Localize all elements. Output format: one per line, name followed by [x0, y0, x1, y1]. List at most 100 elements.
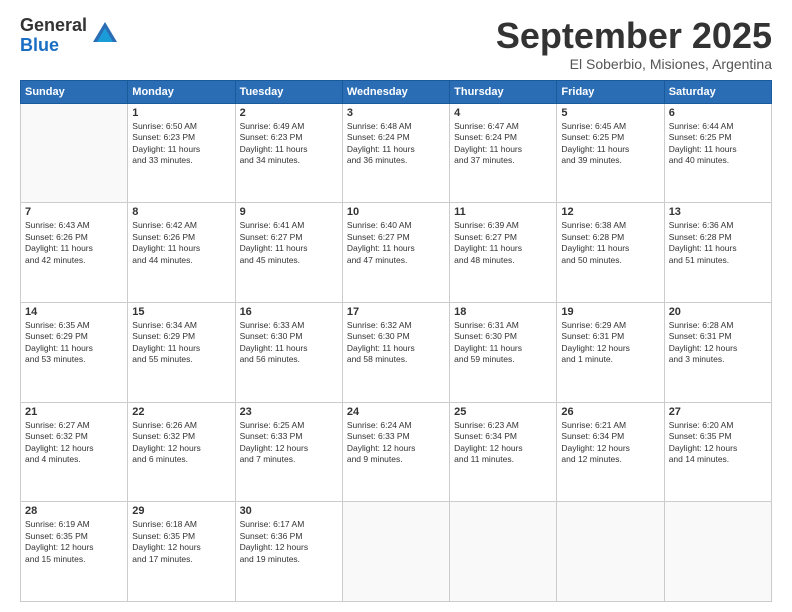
day-info: Sunrise: 6:35 AM Sunset: 6:29 PM Dayligh…: [25, 320, 123, 366]
calendar-cell: [342, 502, 449, 602]
day-number: 24: [347, 406, 445, 418]
logo-icon: [91, 20, 119, 48]
week-row-1: 1Sunrise: 6:50 AM Sunset: 6:23 PM Daylig…: [21, 103, 772, 203]
day-number: 4: [454, 107, 552, 119]
calendar-cell: 27 Sunrise: 6:20 AM Sunset: 6:35 PM Dayli…: [664, 402, 771, 502]
day-number: 19: [561, 306, 659, 318]
calendar-cell: 11 Sunrise: 6:39 AM Sunset: 6:27 PM Dayli…: [450, 203, 557, 303]
calendar-cell: 29 Sunrise: 6:18 AM Sunset: 6:35 PM Dayli…: [128, 502, 235, 602]
week-row-3: 14 Sunrise: 6:35 AM Sunset: 6:29 PM Dayli…: [21, 302, 772, 402]
day-info: Sunrise: 6:41 AM Sunset: 6:27 PM Dayligh…: [240, 220, 338, 266]
day-info: Sunrise: 6:33 AM Sunset: 6:30 PM Dayligh…: [240, 320, 338, 366]
day-number: 3: [347, 107, 445, 119]
day-info: Sunrise: 6:48 AM Sunset: 6:24 PM Dayligh…: [347, 121, 445, 167]
week-row-5: 28 Sunrise: 6:19 AM Sunset: 6:35 PM Dayli…: [21, 502, 772, 602]
calendar-cell: 21 Sunrise: 6:27 AM Sunset: 6:32 PM Dayli…: [21, 402, 128, 502]
day-info: Sunrise: 6:31 AM Sunset: 6:30 PM Dayligh…: [454, 320, 552, 366]
day-info: Sunrise: 6:49 AM Sunset: 6:23 PM Dayligh…: [240, 121, 338, 167]
day-number: 20: [669, 306, 767, 318]
calendar-cell: 18 Sunrise: 6:31 AM Sunset: 6:30 PM Dayli…: [450, 302, 557, 402]
header-thursday: Thursday: [450, 80, 557, 103]
day-info: Sunrise: 6:45 AM Sunset: 6:25 PM Dayligh…: [561, 121, 659, 167]
calendar-cell: 1Sunrise: 6:50 AM Sunset: 6:23 PM Daylig…: [128, 103, 235, 203]
day-info: Sunrise: 6:38 AM Sunset: 6:28 PM Dayligh…: [561, 220, 659, 266]
calendar-cell: 5Sunrise: 6:45 AM Sunset: 6:25 PM Daylig…: [557, 103, 664, 203]
calendar-cell: 4 Sunrise: 6:47 AM Sunset: 6:24 PM Daylig…: [450, 103, 557, 203]
header-sunday: Sunday: [21, 80, 128, 103]
week-row-4: 21 Sunrise: 6:27 AM Sunset: 6:32 PM Dayli…: [21, 402, 772, 502]
logo: General Blue: [20, 16, 119, 56]
day-number: 29: [132, 505, 230, 517]
day-info: Sunrise: 6:19 AM Sunset: 6:35 PM Dayligh…: [25, 519, 123, 565]
header-monday: Monday: [128, 80, 235, 103]
calendar-cell: 26 Sunrise: 6:21 AM Sunset: 6:34 PM Dayli…: [557, 402, 664, 502]
calendar-cell: 10 Sunrise: 6:40 AM Sunset: 6:27 PM Dayli…: [342, 203, 449, 303]
day-info: Sunrise: 6:17 AM Sunset: 6:36 PM Dayligh…: [240, 519, 338, 565]
day-number: 14: [25, 306, 123, 318]
day-info: Sunrise: 6:40 AM Sunset: 6:27 PM Dayligh…: [347, 220, 445, 266]
day-number: 18: [454, 306, 552, 318]
day-number: 10: [347, 206, 445, 218]
logo-text: General Blue: [20, 16, 87, 56]
day-info: Sunrise: 6:20 AM Sunset: 6:35 PM Dayligh…: [669, 420, 767, 466]
days-header-row: Sunday Monday Tuesday Wednesday Thursday…: [21, 80, 772, 103]
calendar-cell: 28 Sunrise: 6:19 AM Sunset: 6:35 PM Dayli…: [21, 502, 128, 602]
day-number: 6: [669, 107, 767, 119]
day-info: Sunrise: 6:39 AM Sunset: 6:27 PM Dayligh…: [454, 220, 552, 266]
calendar-cell: 30 Sunrise: 6:17 AM Sunset: 6:36 PM Dayli…: [235, 502, 342, 602]
day-info: Sunrise: 6:50 AM Sunset: 6:23 PM Dayligh…: [132, 121, 230, 167]
calendar-cell: 6Sunrise: 6:44 AM Sunset: 6:25 PM Daylig…: [664, 103, 771, 203]
day-info: Sunrise: 6:29 AM Sunset: 6:31 PM Dayligh…: [561, 320, 659, 366]
day-number: 15: [132, 306, 230, 318]
calendar-table: Sunday Monday Tuesday Wednesday Thursday…: [20, 80, 772, 602]
page: General Blue September 2025 El Soberbio,…: [0, 0, 792, 612]
calendar-cell: 24 Sunrise: 6:24 AM Sunset: 6:33 PM Dayli…: [342, 402, 449, 502]
calendar-cell: 17Sunrise: 6:32 AM Sunset: 6:30 PM Dayli…: [342, 302, 449, 402]
title-block: September 2025 El Soberbio, Misiones, Ar…: [496, 16, 772, 72]
day-number: 16: [240, 306, 338, 318]
month-title: September 2025: [496, 16, 772, 56]
day-number: 25: [454, 406, 552, 418]
calendar-cell: 19 Sunrise: 6:29 AM Sunset: 6:31 PM Dayli…: [557, 302, 664, 402]
calendar-cell: 13 Sunrise: 6:36 AM Sunset: 6:28 PM Dayli…: [664, 203, 771, 303]
day-info: Sunrise: 6:21 AM Sunset: 6:34 PM Dayligh…: [561, 420, 659, 466]
day-info: Sunrise: 6:25 AM Sunset: 6:33 PM Dayligh…: [240, 420, 338, 466]
day-info: Sunrise: 6:26 AM Sunset: 6:32 PM Dayligh…: [132, 420, 230, 466]
header-friday: Friday: [557, 80, 664, 103]
day-info: Sunrise: 6:28 AM Sunset: 6:31 PM Dayligh…: [669, 320, 767, 366]
calendar-cell: [557, 502, 664, 602]
day-info: Sunrise: 6:24 AM Sunset: 6:33 PM Dayligh…: [347, 420, 445, 466]
day-number: 30: [240, 505, 338, 517]
day-number: 28: [25, 505, 123, 517]
day-number: 2: [240, 107, 338, 119]
calendar-cell: [21, 103, 128, 203]
header-saturday: Saturday: [664, 80, 771, 103]
week-row-2: 7Sunrise: 6:43 AM Sunset: 6:26 PM Daylig…: [21, 203, 772, 303]
header-tuesday: Tuesday: [235, 80, 342, 103]
calendar-cell: 22Sunrise: 6:26 AM Sunset: 6:32 PM Dayli…: [128, 402, 235, 502]
calendar-cell: 8Sunrise: 6:42 AM Sunset: 6:26 PM Daylig…: [128, 203, 235, 303]
calendar-cell: 25Sunrise: 6:23 AM Sunset: 6:34 PM Dayli…: [450, 402, 557, 502]
calendar-cell: 3 Sunrise: 6:48 AM Sunset: 6:24 PM Daylig…: [342, 103, 449, 203]
day-number: 27: [669, 406, 767, 418]
calendar-cell: 7Sunrise: 6:43 AM Sunset: 6:26 PM Daylig…: [21, 203, 128, 303]
day-info: Sunrise: 6:36 AM Sunset: 6:28 PM Dayligh…: [669, 220, 767, 266]
day-info: Sunrise: 6:32 AM Sunset: 6:30 PM Dayligh…: [347, 320, 445, 366]
calendar-cell: 14 Sunrise: 6:35 AM Sunset: 6:29 PM Dayli…: [21, 302, 128, 402]
calendar-cell: [450, 502, 557, 602]
calendar-cell: 9Sunrise: 6:41 AM Sunset: 6:27 PM Daylig…: [235, 203, 342, 303]
day-number: 11: [454, 206, 552, 218]
calendar-cell: 20 Sunrise: 6:28 AM Sunset: 6:31 PM Dayli…: [664, 302, 771, 402]
calendar-cell: 2 Sunrise: 6:49 AM Sunset: 6:23 PM Daylig…: [235, 103, 342, 203]
calendar-cell: 12Sunrise: 6:38 AM Sunset: 6:28 PM Dayli…: [557, 203, 664, 303]
day-info: Sunrise: 6:27 AM Sunset: 6:32 PM Dayligh…: [25, 420, 123, 466]
day-info: Sunrise: 6:47 AM Sunset: 6:24 PM Dayligh…: [454, 121, 552, 167]
day-number: 26: [561, 406, 659, 418]
calendar-cell: 15Sunrise: 6:34 AM Sunset: 6:29 PM Dayli…: [128, 302, 235, 402]
day-number: 7: [25, 206, 123, 218]
day-info: Sunrise: 6:42 AM Sunset: 6:26 PM Dayligh…: [132, 220, 230, 266]
day-number: 13: [669, 206, 767, 218]
calendar-cell: 23Sunrise: 6:25 AM Sunset: 6:33 PM Dayli…: [235, 402, 342, 502]
day-info: Sunrise: 6:18 AM Sunset: 6:35 PM Dayligh…: [132, 519, 230, 565]
day-number: 21: [25, 406, 123, 418]
